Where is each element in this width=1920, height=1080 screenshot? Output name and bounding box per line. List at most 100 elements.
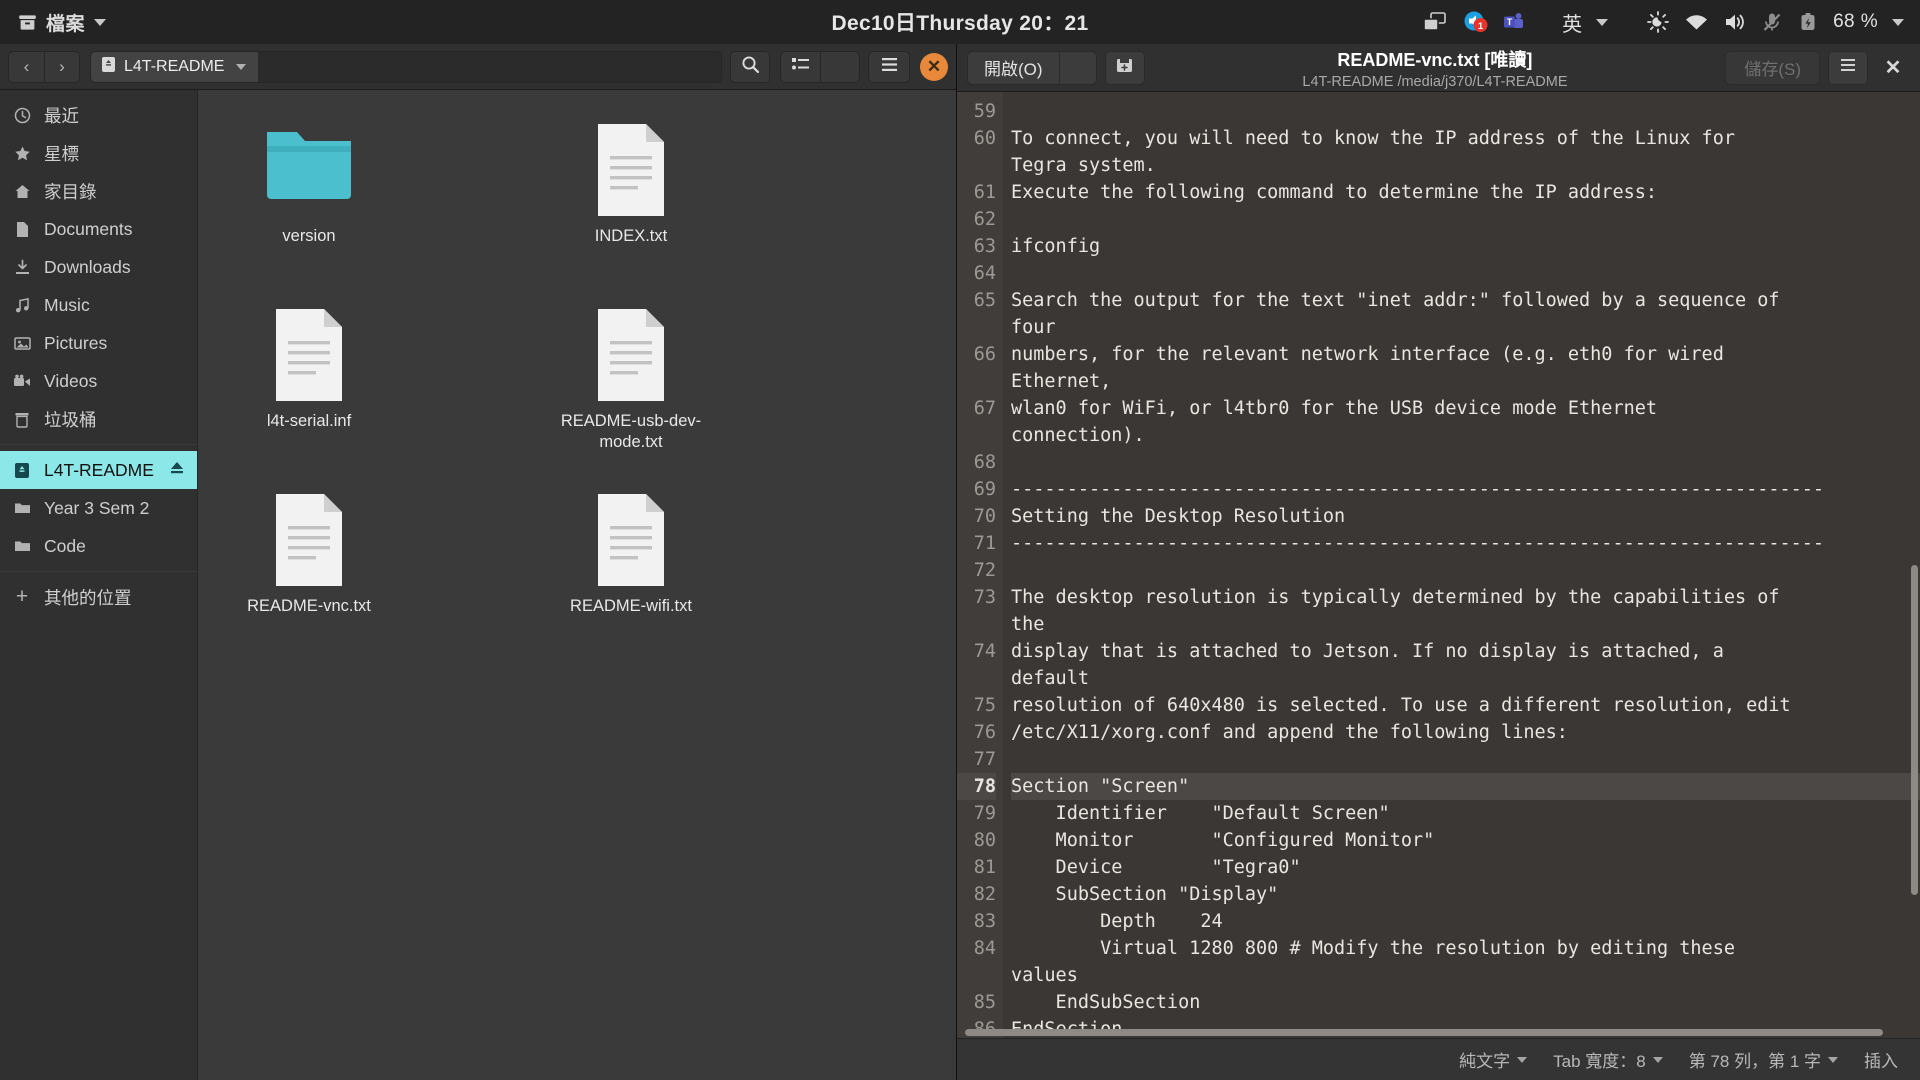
sidebar-item-videos[interactable]: Videos bbox=[0, 362, 197, 400]
sidebar-item-other-locations[interactable]: + 其他的位置 bbox=[0, 578, 197, 616]
code-line[interactable]: ----------------------------------------… bbox=[1011, 476, 1920, 503]
code-line[interactable]: SubSection "Display" bbox=[1011, 881, 1920, 908]
editor-main-menu-button[interactable] bbox=[1828, 50, 1868, 85]
file-item-readme-vnc-txt[interactable]: README-vnc.txt bbox=[216, 482, 402, 667]
sidebar-item-downloads[interactable]: Downloads bbox=[0, 248, 197, 286]
teams-icon[interactable]: T bbox=[1502, 11, 1524, 33]
code-line[interactable] bbox=[1011, 449, 1920, 476]
sidebar-item-starred[interactable]: 星標 bbox=[0, 134, 197, 172]
code-line[interactable]: Setting the Desktop Resolution bbox=[1011, 503, 1920, 530]
notification-badge-icon[interactable]: 1 bbox=[1462, 9, 1488, 35]
clock[interactable]: Dec10日Thursday 20：21 bbox=[832, 7, 1089, 37]
code-line[interactable]: Execute the following command to determi… bbox=[1011, 179, 1920, 206]
status-language-label: 純文字 bbox=[1459, 1052, 1511, 1071]
file-item-readme-wifi-txt[interactable]: README-wifi.txt bbox=[538, 482, 724, 667]
input-method-label[interactable]: 英 bbox=[1562, 8, 1582, 37]
code-line[interactable]: ifconfig bbox=[1011, 233, 1920, 260]
status-insert-mode[interactable]: 插入 bbox=[1864, 1047, 1898, 1072]
video-camera-icon bbox=[12, 374, 32, 388]
code-line[interactable]: Identifier "Default Screen" bbox=[1011, 800, 1920, 827]
chevron-down-icon bbox=[94, 18, 107, 26]
windows-overlap-icon[interactable] bbox=[1422, 12, 1448, 32]
save-button[interactable]: 儲存(S) bbox=[1725, 50, 1820, 85]
code-line[interactable]: four bbox=[1011, 314, 1920, 341]
code-line[interactable]: values bbox=[1011, 962, 1920, 989]
code-line[interactable]: display that is attached to Jetson. If n… bbox=[1011, 638, 1920, 665]
code-line[interactable] bbox=[1011, 557, 1920, 584]
code-line[interactable]: /etc/X11/xorg.conf and append the follow… bbox=[1011, 719, 1920, 746]
wifi-icon[interactable] bbox=[1684, 12, 1709, 32]
editor-vertical-scrollbar[interactable] bbox=[1911, 565, 1918, 895]
editor-body[interactable]: 59 60 61 62 63 64 65 66 67 68 69 70 71 72 73 74 75 76 77 78… bbox=[957, 92, 1920, 1038]
file-item-index-txt[interactable]: INDEX.txt bbox=[538, 112, 724, 297]
code-line[interactable]: ----------------------------------------… bbox=[1011, 530, 1920, 557]
new-document-icon bbox=[1115, 56, 1134, 80]
sidebar-item-trash[interactable]: 垃圾桶 bbox=[0, 400, 197, 438]
sidebar-item-home[interactable]: 家目錄 bbox=[0, 172, 197, 210]
code-line[interactable]: default bbox=[1011, 665, 1920, 692]
microphone-muted-icon[interactable] bbox=[1761, 11, 1783, 33]
code-line[interactable]: The desktop resolution is typically dete… bbox=[1011, 584, 1920, 611]
code-line[interactable] bbox=[1011, 206, 1920, 233]
sidebar-item-pictures[interactable]: Pictures bbox=[0, 324, 197, 362]
code-line[interactable]: Monitor "Configured Monitor" bbox=[1011, 827, 1920, 854]
sidebar-item-music[interactable]: Music bbox=[0, 286, 197, 324]
code-line[interactable]: resolution of 640x480 is selected. To us… bbox=[1011, 692, 1920, 719]
view-list-button[interactable] bbox=[780, 50, 820, 83]
open-dropdown-button[interactable] bbox=[1058, 50, 1097, 85]
file-item-readme-usb-dev-mode-txt[interactable]: README-usb-dev-mode.txt bbox=[538, 297, 724, 482]
volume-icon[interactable] bbox=[1723, 11, 1747, 33]
chevron-down-icon[interactable] bbox=[236, 63, 247, 70]
sidebar-item-documents[interactable]: Documents bbox=[0, 210, 197, 248]
files-main-menu-button[interactable] bbox=[868, 50, 910, 83]
back-button[interactable]: ‹ bbox=[8, 50, 44, 83]
file-item-version[interactable]: version bbox=[216, 112, 402, 297]
code-line[interactable]: Tegra system. bbox=[1011, 152, 1920, 179]
svg-text:1: 1 bbox=[1478, 21, 1484, 32]
app-menu[interactable]: 檔案 bbox=[0, 9, 107, 36]
forward-button[interactable]: › bbox=[44, 50, 80, 83]
status-language[interactable]: 純文字 bbox=[1459, 1047, 1528, 1072]
eject-icon[interactable] bbox=[169, 461, 185, 479]
editor-horizontal-scrollbar[interactable] bbox=[965, 1029, 1902, 1036]
status-tab-width[interactable]: Tab 寬度：8 bbox=[1553, 1047, 1663, 1072]
code-line[interactable]: Search the output for the text "inet add… bbox=[1011, 287, 1920, 314]
code-line[interactable] bbox=[1011, 98, 1920, 125]
code-line[interactable]: wlan0 for WiFi, or l4tbr0 for the USB de… bbox=[1011, 395, 1920, 422]
sidebar-item-code[interactable]: Code bbox=[0, 527, 197, 565]
code-line[interactable]: numbers, for the relevant network interf… bbox=[1011, 341, 1920, 368]
chevron-down-icon[interactable] bbox=[1892, 18, 1904, 26]
chevron-down-icon[interactable] bbox=[1596, 18, 1609, 26]
code-line[interactable]: Ethernet, bbox=[1011, 368, 1920, 395]
code-line[interactable]: Virtual 1280 800 # Modify the resolution… bbox=[1011, 935, 1920, 962]
code-line[interactable]: Section "Screen" bbox=[1011, 773, 1920, 800]
music-note-icon bbox=[12, 297, 32, 314]
search-button[interactable] bbox=[730, 50, 770, 83]
code-line[interactable] bbox=[1011, 260, 1920, 287]
code-text-area[interactable]: To connect, you will need to know the IP… bbox=[1003, 92, 1920, 1038]
path-bar[interactable]: L4T-README bbox=[90, 50, 722, 83]
status-cursor-position[interactable]: 第 78 列，第 1 字 bbox=[1689, 1047, 1838, 1072]
files-close-button[interactable]: ✕ bbox=[920, 52, 948, 81]
code-line[interactable]: Depth 24 bbox=[1011, 908, 1920, 935]
text-file-icon bbox=[583, 307, 679, 403]
new-document-button[interactable] bbox=[1104, 50, 1145, 85]
code-line[interactable] bbox=[1011, 746, 1920, 773]
code-view[interactable]: 59 60 61 62 63 64 65 66 67 68 69 70 71 72 73 74 75 76 77 78… bbox=[957, 92, 1920, 1038]
code-line[interactable]: connection). bbox=[1011, 422, 1920, 449]
view-options-button[interactable] bbox=[820, 50, 860, 83]
sidebar-item-year-3-sem-2[interactable]: Year 3 Sem 2 bbox=[0, 489, 197, 527]
night-light-icon[interactable] bbox=[1646, 10, 1670, 34]
battery-charging-icon[interactable] bbox=[1797, 11, 1819, 33]
code-line[interactable]: Device "Tegra0" bbox=[1011, 854, 1920, 881]
sidebar-item-l4t-readme[interactable]: L4T-README bbox=[0, 451, 197, 489]
breadcrumb-l4t-readme[interactable]: L4T-README bbox=[91, 51, 259, 82]
open-button[interactable]: 開啟(O) bbox=[967, 50, 1059, 85]
sidebar-item-recent[interactable]: 最近 bbox=[0, 96, 197, 134]
code-line[interactable]: EndSubSection bbox=[1011, 989, 1920, 1016]
file-item-l4t-serial-inf[interactable]: l4t-serial.inf bbox=[216, 297, 402, 482]
code-line[interactable]: To connect, you will need to know the IP… bbox=[1011, 125, 1920, 152]
code-line[interactable]: the bbox=[1011, 611, 1920, 638]
editor-close-button[interactable]: ✕ bbox=[1876, 55, 1910, 80]
open-button-group: 開啟(O) bbox=[967, 50, 1097, 85]
